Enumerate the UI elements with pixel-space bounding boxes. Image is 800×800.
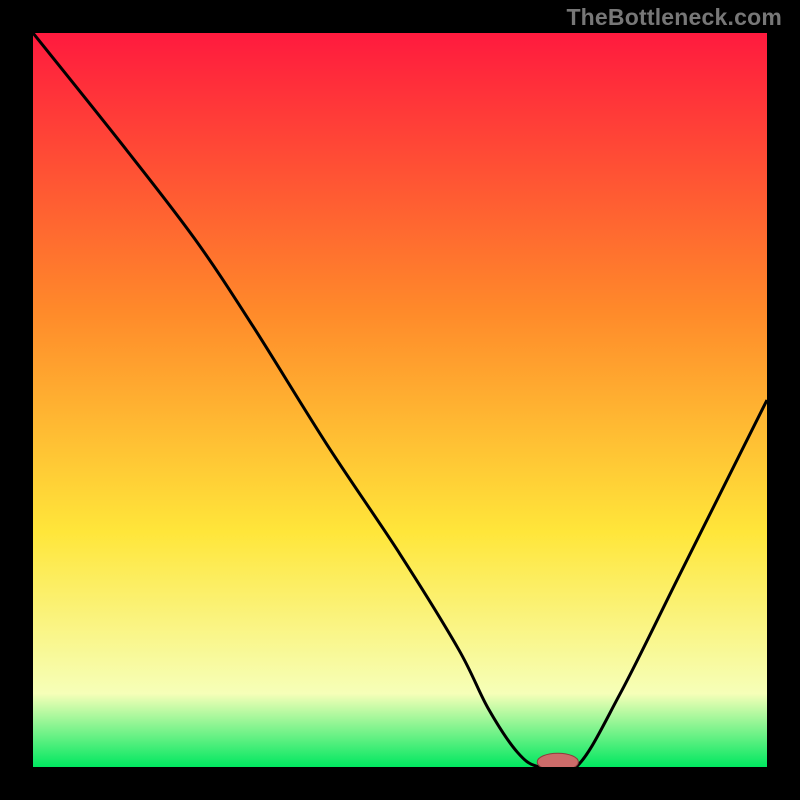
chart-frame: TheBottleneck.com [0,0,800,800]
optimal-point-marker [537,753,578,767]
watermark-text: TheBottleneck.com [566,4,782,31]
gradient-background [33,33,767,767]
bottleneck-chart [33,33,767,767]
plot-area [33,33,767,767]
